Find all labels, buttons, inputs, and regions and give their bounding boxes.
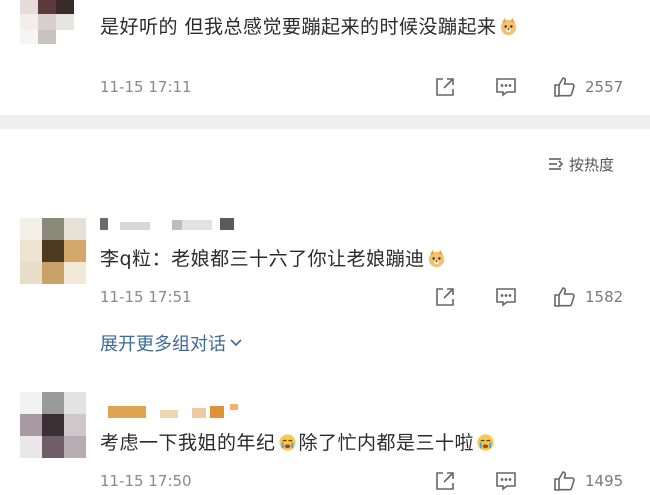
- sort-label: 按热度: [569, 156, 615, 174]
- like-icon[interactable]: [553, 285, 577, 309]
- comment-time: 11-15 17:11: [100, 78, 192, 96]
- avatar[interactable]: [20, 0, 80, 48]
- comment-author[interactable]: 李q粒: [100, 248, 152, 270]
- expand-conversation-link[interactable]: 展开更多组对话: [100, 330, 243, 356]
- comment-time: 11-15 17:50: [100, 472, 192, 490]
- crying-face-emoji: [477, 434, 494, 451]
- avatar[interactable]: [20, 218, 86, 284]
- like-icon[interactable]: [553, 469, 577, 493]
- dog-face-emoji: [428, 249, 444, 268]
- expand-label: 展开更多组对话: [100, 334, 226, 355]
- comment-icon[interactable]: [495, 470, 517, 492]
- username-redacted: [100, 404, 240, 418]
- like-icon[interactable]: [553, 75, 577, 99]
- section-divider: [0, 115, 650, 129]
- like-count: 1582: [585, 288, 624, 306]
- share-icon[interactable]: [434, 76, 456, 98]
- comment-text-part1: 考虑一下我姐的年纪: [100, 432, 276, 454]
- username-redacted: [100, 218, 240, 230]
- comment-text-part2: 除了忙内都是三十啦: [298, 432, 475, 454]
- sort-icon: [549, 158, 564, 170]
- crying-face-emoji: [278, 434, 296, 451]
- share-icon[interactable]: [434, 470, 456, 492]
- chevron-down-icon: [230, 339, 242, 347]
- avatar[interactable]: [20, 392, 86, 458]
- comment-text: ：老娘都三十六了你让老娘蹦迪: [151, 248, 425, 270]
- comment-icon[interactable]: [495, 286, 517, 308]
- share-icon[interactable]: [434, 286, 456, 308]
- like-count: 2557: [585, 78, 624, 96]
- like-count: 1495: [585, 472, 624, 490]
- comment-time: 11-15 17:51: [100, 288, 192, 306]
- comment-text: 是好听的 但我总感觉要蹦起来的时候没蹦起来: [100, 16, 497, 38]
- dog-face-emoji: [500, 17, 516, 36]
- comment-icon[interactable]: [495, 76, 517, 98]
